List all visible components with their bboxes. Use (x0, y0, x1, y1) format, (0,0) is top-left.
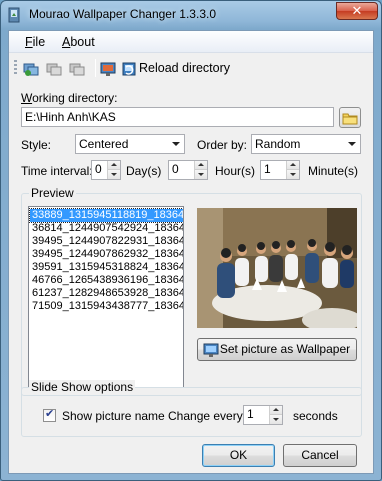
next-picture-icon[interactable] (46, 61, 62, 77)
list-item[interactable]: 61237_1282948653928_18364 (30, 287, 183, 300)
days-label: Day(s) (126, 164, 162, 178)
menu-about-label: bout (70, 35, 95, 49)
chevron-down-icon[interactable] (287, 170, 299, 179)
window-title: Mourao Wallpaper Changer 1.3.3.0 (29, 7, 216, 21)
toolbar: Reload directory (9, 54, 373, 82)
list-item[interactable]: 39495_1244907862932_18364 (30, 248, 183, 261)
menu-about[interactable]: About (62, 35, 95, 49)
reload-icon[interactable] (121, 61, 137, 77)
style-select-value: Centered (79, 137, 129, 151)
change-every-value: 1 (247, 407, 254, 421)
hours-value: 0 (172, 162, 179, 176)
menu-file-label: ile (32, 35, 46, 49)
title-bar[interactable]: Mourao Wallpaper Changer 1.3.3.0 ✕ (1, 1, 381, 29)
set-wallpaper-button[interactable]: Set picture as Wallpaper (197, 338, 357, 361)
change-every-label: Change every (168, 409, 243, 423)
list-item[interactable]: 33889_1315945118819_18364 (29, 208, 183, 223)
show-picture-name-label: Show picture name (62, 409, 165, 423)
slideshow-group-title: Slide Show options (29, 380, 136, 394)
previous-picture-icon[interactable] (23, 61, 39, 77)
cancel-button[interactable]: Cancel (283, 444, 357, 467)
chevron-up-icon[interactable] (195, 161, 207, 170)
order-by-select[interactable]: Random (251, 134, 361, 154)
menu-file-accel: F (25, 35, 33, 49)
working-directory-label-text: orking directory: (32, 91, 118, 105)
style-select[interactable]: Centered (75, 134, 185, 154)
days-stepper[interactable]: 0 (91, 160, 121, 180)
monitor-icon[interactable] (100, 61, 116, 77)
browse-folder-button[interactable] (339, 107, 361, 128)
client-area: File About Reload directory Working dire… (8, 30, 374, 474)
hours-stepper[interactable]: 0 (168, 160, 208, 180)
folder-icon (342, 113, 358, 125)
close-button[interactable]: ✕ (336, 2, 378, 20)
chevron-down-icon (172, 142, 180, 146)
preview-image (197, 208, 357, 328)
chevron-up-icon[interactable] (287, 161, 299, 170)
ok-button[interactable]: OK (202, 444, 275, 467)
hours-label: Hour(s) (215, 164, 256, 178)
preview-group-title: Preview (29, 186, 76, 200)
minutes-value: 1 (264, 162, 271, 176)
seconds-label: seconds (293, 409, 338, 423)
toolbar-grip-icon[interactable] (14, 60, 17, 76)
set-wallpaper-label: Set picture as Wallpaper (219, 342, 351, 356)
list-item[interactable]: 39495_1244907822931_18364 (30, 235, 183, 248)
time-interval-label: Time interval: (21, 164, 93, 178)
delete-picture-icon[interactable] (69, 61, 85, 77)
chevron-up-icon[interactable] (108, 161, 120, 170)
menu-file[interactable]: File (25, 35, 45, 49)
order-by-select-value: Random (255, 137, 301, 151)
list-item[interactable]: 36814_1244907542924_18364 (30, 222, 183, 235)
app-icon (8, 7, 20, 23)
monitor-icon (203, 343, 219, 357)
reload-directory-button[interactable]: Reload directory (139, 61, 230, 75)
list-item[interactable]: 71509_1315943438777_18364 (30, 300, 183, 313)
working-directory-accel: W (21, 91, 33, 105)
chevron-down-icon[interactable] (108, 170, 120, 179)
working-directory-label: Working directory: (21, 91, 117, 105)
list-item[interactable]: 46766_1265438936196_18364 (30, 274, 183, 287)
menu-bar: File About (9, 31, 373, 53)
working-directory-input[interactable]: E:\Hinh Anh\KAS (21, 107, 334, 127)
list-item[interactable]: 39591_1315945318824_18364 (30, 261, 183, 274)
order-by-label: Order by: (197, 138, 248, 152)
change-every-stepper[interactable]: 1 (243, 405, 283, 425)
chevron-down-icon[interactable] (270, 415, 282, 424)
minutes-stepper[interactable]: 1 (260, 160, 300, 180)
toolbar-separator (95, 59, 96, 77)
show-picture-name-checkbox[interactable] (43, 407, 56, 422)
style-label: Style: (21, 138, 52, 152)
days-value: 0 (95, 162, 102, 176)
picture-list[interactable]: 33889_1315945118819_18364 36814_12449075… (28, 206, 184, 388)
chevron-down-icon[interactable] (195, 170, 207, 179)
chevron-up-icon[interactable] (270, 406, 282, 415)
app-window: Mourao Wallpaper Changer 1.3.3.0 ✕ File … (0, 0, 382, 481)
chevron-down-icon (348, 142, 356, 146)
minutes-label: Minute(s) (308, 164, 359, 178)
